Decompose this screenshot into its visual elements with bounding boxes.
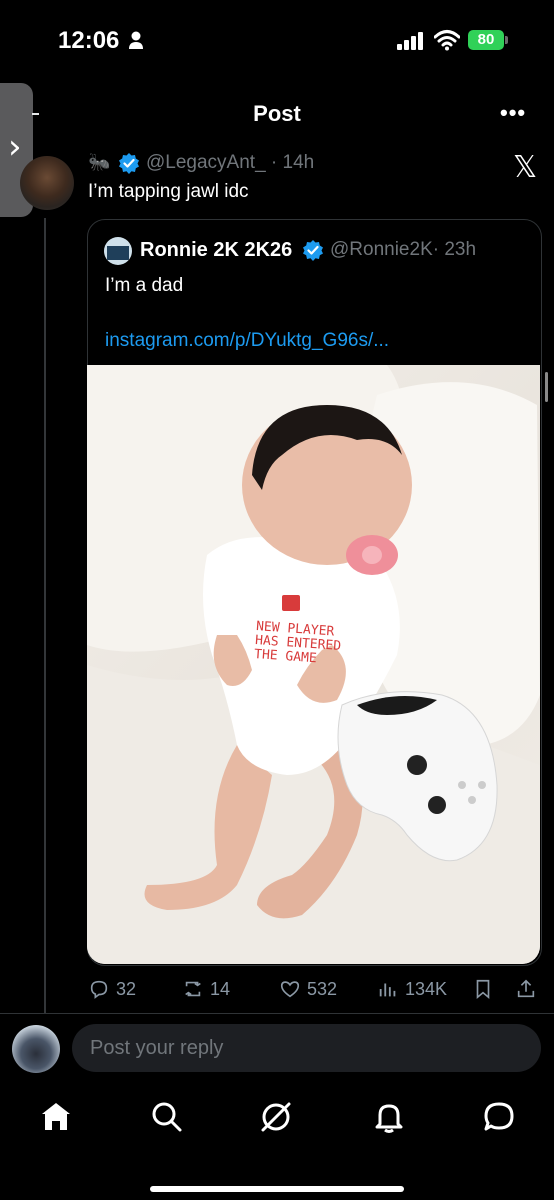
avatar[interactable] (20, 156, 74, 210)
views-button[interactable]: 134K (377, 977, 447, 1001)
tweet-author-handle[interactable]: @LegacyAnt_ · 14h (146, 152, 314, 174)
like-icon (280, 981, 300, 998)
messages-icon[interactable] (482, 1100, 516, 1134)
quoted-author-handle[interactable]: @Ronnie2K· 23h (330, 239, 476, 261)
repost-count: 14 (210, 978, 231, 999)
more-options-button[interactable]: ••• (500, 100, 526, 126)
share-icon (517, 979, 535, 998)
quoted-avatar[interactable] (104, 237, 132, 265)
ant-emoji: 🐜 (88, 152, 111, 172)
verified-badge-icon (303, 240, 323, 261)
like-count: 532 (307, 978, 338, 999)
quoted-tweet-text: I’m a dad (105, 275, 184, 296)
notifications-icon[interactable] (372, 1100, 406, 1134)
repost-button[interactable]: 14 (182, 977, 230, 1001)
handle-text: @LegacyAnt_ (146, 152, 266, 173)
home-icon[interactable] (39, 1100, 73, 1134)
bookmark-button[interactable] (472, 977, 494, 1001)
battery-tip (505, 36, 508, 44)
handle-text: @Ronnie2K (330, 239, 433, 260)
verified-badge-icon (119, 153, 139, 174)
reply-input[interactable]: Post your reply (72, 1024, 541, 1072)
quoted-author-name[interactable]: Ronnie 2K 2K26 (140, 239, 292, 262)
home-indicator (150, 1186, 404, 1192)
repost-icon (185, 981, 201, 997)
thread-line (44, 218, 46, 1013)
reply-button[interactable]: 32 (88, 977, 136, 1001)
share-button[interactable] (515, 977, 537, 1001)
wifi-icon (434, 30, 460, 51)
like-button[interactable]: 532 (279, 977, 337, 1001)
views-icon (379, 983, 396, 997)
instagram-link[interactable]: instagram.com/p/DYuktg_G96s/... (105, 330, 389, 352)
reply-placeholder: Post your reply (90, 1037, 224, 1059)
reply-count: 32 (116, 978, 137, 999)
tweet-photo[interactable]: NEW PLAYER HAS ENTERED THE GAME (87, 365, 540, 964)
search-icon[interactable] (150, 1100, 184, 1134)
x-logo-icon: 𝕏 (513, 150, 538, 185)
status-time: 12:06 (58, 27, 120, 54)
tweet-timestamp: · 23h (432, 239, 477, 260)
divider (0, 1013, 554, 1014)
reply-icon (90, 980, 108, 999)
onesie-text: NEW PLAYER HAS ENTERED THE GAME (254, 619, 343, 668)
scrollbar[interactable] (545, 372, 548, 402)
chevron-right-icon: › (8, 127, 22, 167)
grok-icon[interactable] (259, 1100, 293, 1134)
bookmark-icon (476, 979, 490, 1000)
current-user-avatar[interactable] (12, 1025, 60, 1073)
tweet-timestamp: · 14h (270, 152, 315, 173)
tweet-text: I’m tapping jawl idc (88, 181, 249, 202)
person-icon (129, 31, 143, 49)
views-count: 134K (405, 978, 448, 999)
battery-indicator: 80 (468, 30, 504, 50)
signal-icon (397, 32, 423, 50)
page-title: Post (253, 101, 301, 126)
